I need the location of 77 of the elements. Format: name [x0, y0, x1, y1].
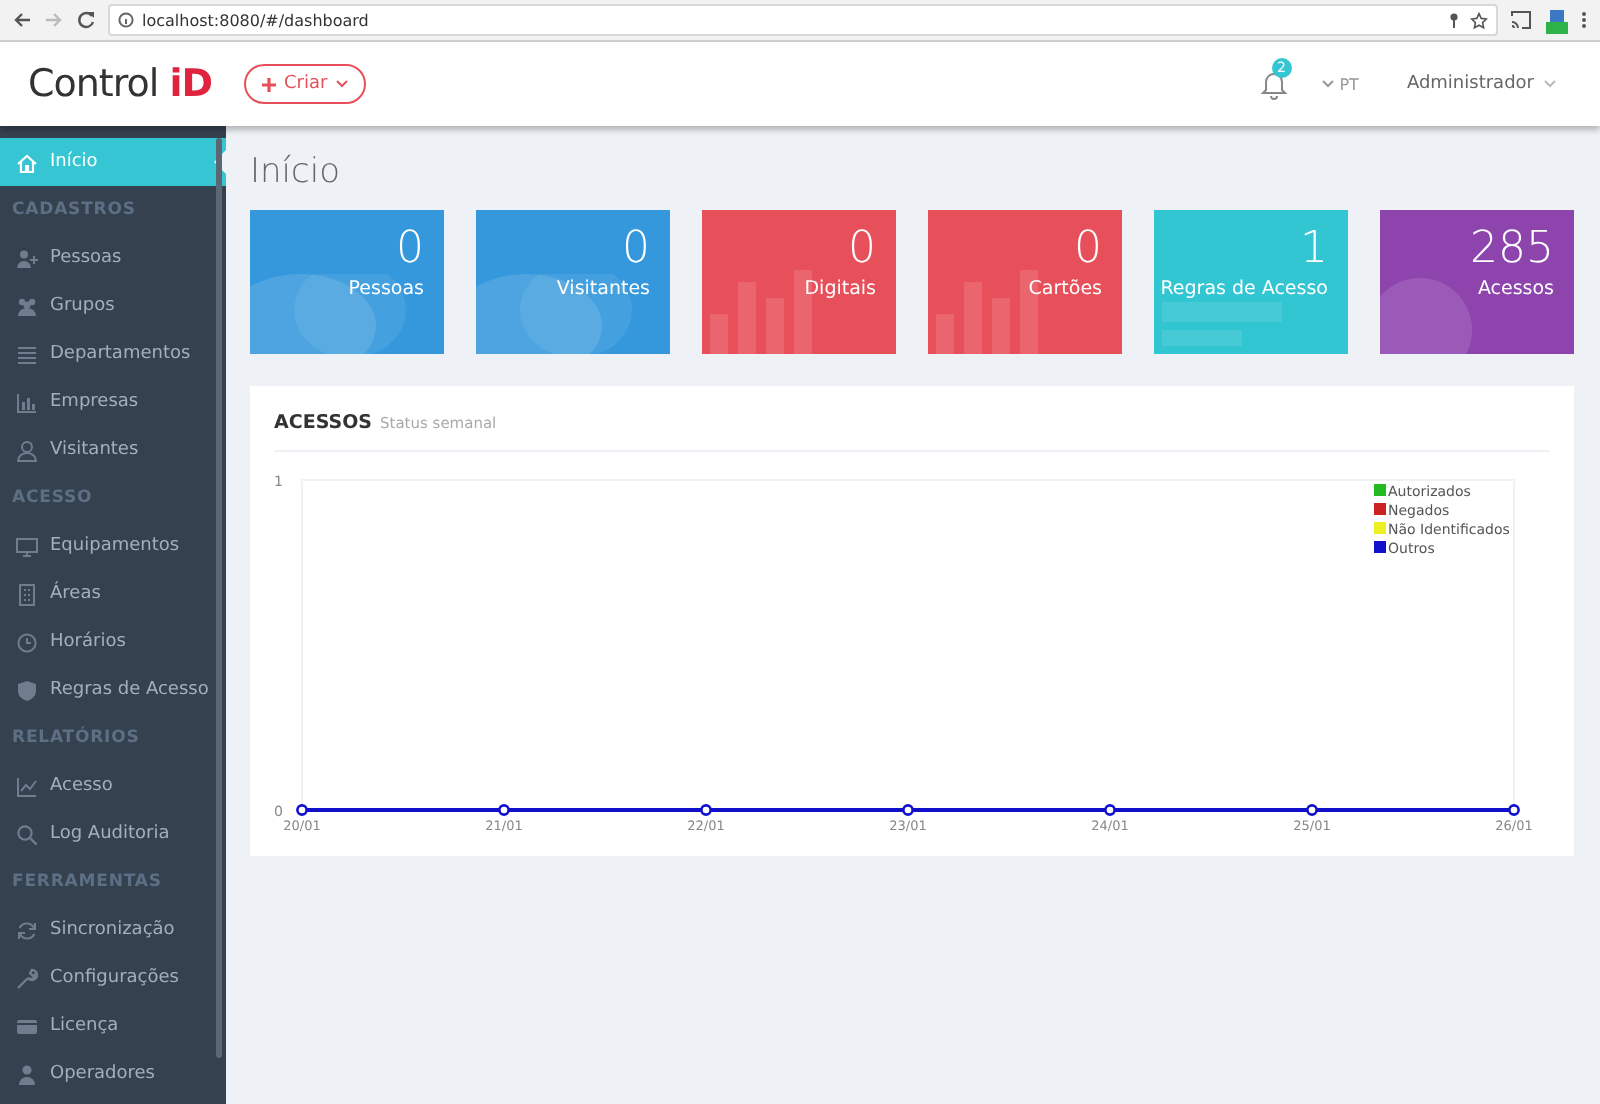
user-icon [16, 1063, 38, 1085]
building-icon [16, 583, 38, 605]
data-point [296, 804, 308, 816]
data-point [1104, 804, 1116, 816]
stat-card[interactable]: 285 Acessos [1380, 210, 1574, 354]
stat-value: 0 [846, 226, 876, 274]
nav-item[interactable]: Regras de Acesso [0, 666, 226, 714]
stat-label: Cartões [1026, 278, 1102, 300]
bar-chart-icon [16, 391, 38, 413]
stat-card[interactable]: 0 Digitais [702, 210, 896, 354]
url-text: localhost:8080/#/dashboard [142, 11, 369, 29]
logo: Control iD [28, 62, 215, 106]
bell-icon[interactable] [1257, 68, 1290, 100]
back-icon[interactable] [12, 10, 32, 30]
caret-icon [1321, 80, 1334, 88]
caret-icon [1544, 80, 1556, 88]
group-icon [16, 295, 38, 317]
stat-value: 0 [620, 226, 650, 274]
stat-card[interactable]: 0 Visitantes [476, 210, 670, 354]
user-icon [16, 439, 38, 461]
stat-label: Visitantes [554, 278, 650, 300]
line-chart-icon [16, 775, 38, 797]
language-menu[interactable]: PT [1321, 75, 1359, 93]
nav-item[interactable]: Licença [0, 1002, 226, 1050]
monitor-icon [16, 535, 38, 557]
nav-item[interactable]: Visitantes [0, 426, 226, 474]
stat-card[interactable]: 0 Pessoas [250, 210, 444, 354]
plus-icon [262, 77, 276, 91]
clock-icon [16, 631, 38, 653]
reload-icon[interactable] [76, 10, 96, 30]
globe-drawing [1380, 278, 1472, 354]
create-button[interactable]: Criar [244, 64, 366, 104]
search-icon [16, 823, 38, 845]
address-bar[interactable]: localhost:8080/#/dashboard [108, 4, 1498, 36]
stat-label: Digitais [802, 278, 876, 300]
stat-value: 0 [394, 226, 424, 274]
nav-item[interactable]: Empresas [0, 378, 226, 426]
caret-icon [335, 80, 348, 88]
cast-icon[interactable] [1510, 10, 1532, 30]
refresh-icon [16, 919, 38, 941]
extension-icon[interactable] [1544, 7, 1568, 33]
panel-title: ACESSOS [274, 412, 372, 434]
star-icon[interactable] [1470, 11, 1488, 29]
shield-icon [16, 679, 38, 701]
stat-value: 285 [1468, 226, 1554, 274]
info-icon [118, 12, 134, 28]
nav-item[interactable]: Departamentos [0, 330, 226, 378]
nav-item[interactable]: Operadores [0, 1050, 226, 1098]
nav-item[interactable]: Áreas [0, 570, 226, 618]
stat-value: 0 [1072, 226, 1102, 274]
nav-item[interactable]: Grupos [0, 282, 226, 330]
list-icon [16, 343, 38, 365]
data-point [1508, 804, 1520, 816]
nav-item[interactable]: Horários [0, 618, 226, 666]
stat-card[interactable]: 0 Cartões [928, 210, 1122, 354]
data-point [902, 804, 914, 816]
home-icon [16, 151, 38, 173]
nav-item[interactable]: Configurações [0, 954, 226, 1002]
nav-item[interactable]: Log Auditoria [0, 810, 226, 858]
stat-label: Pessoas [346, 278, 424, 300]
page-title: Início [250, 150, 342, 194]
stat-value: 1 [1298, 226, 1328, 274]
nav-item[interactable]: Sincronização [0, 906, 226, 954]
more-icon[interactable] [1580, 10, 1588, 30]
data-point [498, 804, 510, 816]
wrench-icon [16, 967, 38, 989]
stat-label: Regras de Acesso [1158, 278, 1328, 300]
nav-item[interactable]: Pessoas [0, 234, 226, 282]
user-plus-icon [16, 247, 38, 269]
nav-item[interactable]: Equipamentos [0, 522, 226, 570]
stat-label: Acessos [1475, 278, 1554, 300]
user-menu[interactable]: Administrador [1406, 74, 1556, 94]
scrollbar[interactable] [216, 138, 222, 1058]
data-point [1306, 804, 1318, 816]
data-point [700, 804, 712, 816]
nav-item[interactable]: Acesso [0, 762, 226, 810]
card-icon [16, 1015, 38, 1037]
